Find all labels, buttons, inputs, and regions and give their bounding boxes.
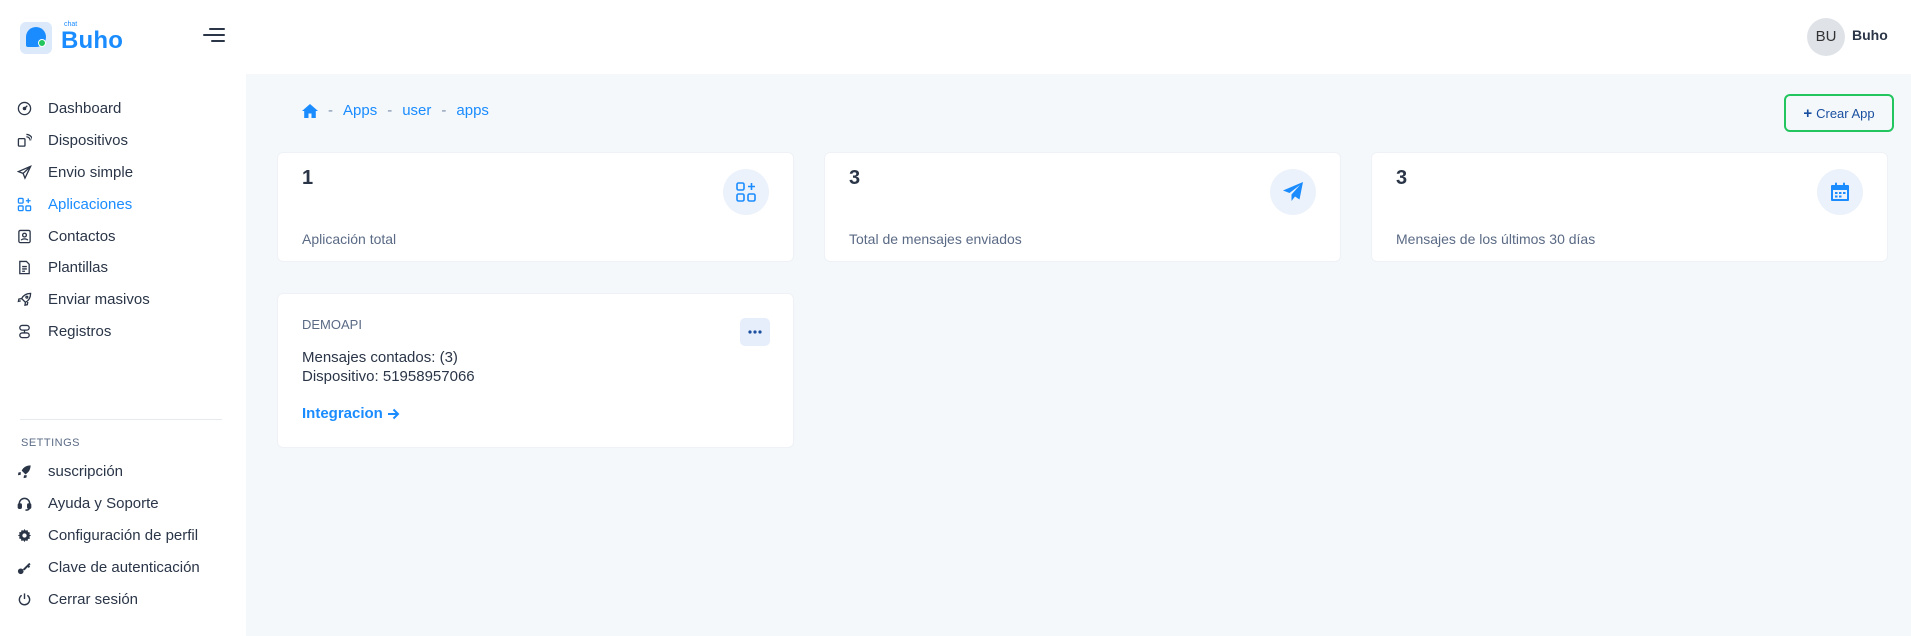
home-icon[interactable] — [302, 103, 318, 118]
app-device: Dispositivo: 51958957066 — [302, 368, 475, 385]
sidebar-item-label: Plantillas — [48, 258, 109, 276]
sidebar-item-label: Envio simple — [48, 163, 134, 181]
sidebar-item-envio-simple[interactable]: Envio simple — [16, 160, 230, 184]
sidebar-item-enviar-masivos[interactable]: Enviar masivos — [16, 287, 230, 311]
sidebar-item-aplicaciones[interactable]: Aplicaciones — [16, 192, 230, 216]
user-name[interactable]: Buho — [1852, 27, 1888, 43]
stat-value: 3 — [1396, 167, 1408, 189]
sidebar: Dashboard Dispositivos Envio simple Apli… — [0, 74, 246, 636]
stat-label: Mensajes de los últimos 30 días — [1396, 231, 1596, 247]
menu-toggle-icon[interactable] — [203, 28, 225, 46]
plus-icon: + — [1803, 104, 1813, 122]
sidebar-item-suscripcion[interactable]: suscripción — [16, 459, 230, 483]
sidebar-item-label: Dispositivos — [48, 131, 129, 149]
sidebar-item-label: Configuración de perfil — [48, 526, 199, 544]
sidebar-item-dispositivos[interactable]: Dispositivos — [16, 128, 230, 152]
breadcrumb-apps[interactable]: Apps — [343, 102, 377, 119]
sidebar-item-configuracion[interactable]: Configuración de perfil — [16, 523, 230, 547]
sidebar-item-label: Contactos — [48, 227, 116, 245]
sidebar-item-ayuda[interactable]: Ayuda y Soporte — [16, 491, 230, 515]
paper-plane-icon — [1270, 169, 1316, 215]
create-app-label: Crear App — [1816, 105, 1875, 121]
subscription-icon — [16, 463, 32, 479]
brand-logo[interactable]: chat Buho — [20, 20, 140, 56]
breadcrumb-separator: - — [441, 102, 447, 119]
sidebar-item-label: Registros — [48, 322, 112, 340]
support-icon — [16, 495, 32, 511]
breadcrumb-separator: - — [328, 102, 333, 119]
sidebar-item-dashboard[interactable]: Dashboard — [16, 96, 230, 120]
apps-add-icon — [723, 169, 769, 215]
ellipsis-icon — [748, 330, 762, 334]
contacts-icon — [16, 228, 32, 244]
sidebar-item-label: Aplicaciones — [48, 195, 133, 213]
templates-icon — [16, 259, 32, 275]
sidebar-item-label: Dashboard — [48, 99, 122, 117]
create-app-button[interactable]: + Crear App — [1784, 94, 1894, 132]
power-icon — [16, 591, 32, 607]
sidebar-item-label: Enviar masivos — [48, 290, 150, 308]
sidebar-item-label: suscripción — [48, 462, 124, 480]
avatar[interactable]: BU — [1807, 18, 1845, 56]
stat-card-apps: 1 Aplicación total — [277, 152, 794, 262]
app-messages-count: Mensajes contados: (3) — [302, 349, 458, 366]
integration-link[interactable]: Integracion — [302, 405, 400, 422]
stat-card-recent-messages: 3 Mensajes de los últimos 30 días — [1371, 152, 1888, 262]
gear-icon — [16, 527, 32, 543]
sidebar-item-registros[interactable]: Registros — [16, 319, 230, 343]
more-options-button[interactable] — [740, 318, 770, 346]
send-icon — [16, 164, 32, 180]
devices-icon — [16, 132, 32, 148]
integration-link-label: Integracion — [302, 405, 383, 422]
stat-value: 3 — [849, 167, 861, 189]
arrow-right-icon — [387, 408, 400, 419]
stat-label: Total de mensajes enviados — [849, 231, 1022, 247]
breadcrumb-user[interactable]: user — [402, 102, 431, 119]
sidebar-item-clave[interactable]: Clave de autenticación — [16, 555, 230, 579]
key-icon — [16, 559, 32, 575]
sidebar-item-label: Cerrar sesión — [48, 590, 139, 608]
stat-label: Aplicación total — [302, 231, 397, 247]
stat-card-total-messages: 3 Total de mensajes enviados — [824, 152, 1341, 262]
sidebar-item-contactos[interactable]: Contactos — [16, 224, 230, 248]
sidebar-item-plantillas[interactable]: Plantillas — [16, 255, 230, 279]
breadcrumb-current[interactable]: apps — [456, 102, 489, 119]
sidebar-item-label: Clave de autenticación — [48, 558, 200, 576]
dashboard-icon — [16, 100, 32, 116]
settings-divider — [20, 419, 222, 420]
logs-icon — [16, 323, 32, 339]
breadcrumb-separator: - — [387, 102, 393, 119]
logo-text: Buho — [61, 27, 124, 54]
top-bar: chat Buho BU Buho — [0, 0, 1911, 74]
sidebar-item-label: Ayuda y Soporte — [48, 494, 159, 512]
rocket-icon — [16, 291, 32, 307]
stat-value: 1 — [302, 167, 314, 189]
sidebar-item-cerrar-sesion[interactable]: Cerrar sesión — [16, 587, 230, 611]
app-card: DEMOAPI Mensajes contados: (3) Dispositi… — [277, 293, 794, 448]
calendar-icon — [1817, 169, 1863, 215]
logo-icon — [20, 22, 52, 54]
settings-title: SETTINGS — [21, 437, 81, 449]
apps-icon — [16, 196, 32, 212]
breadcrumb: - Apps - user - apps — [302, 102, 489, 119]
app-name: DEMOAPI — [302, 317, 362, 332]
